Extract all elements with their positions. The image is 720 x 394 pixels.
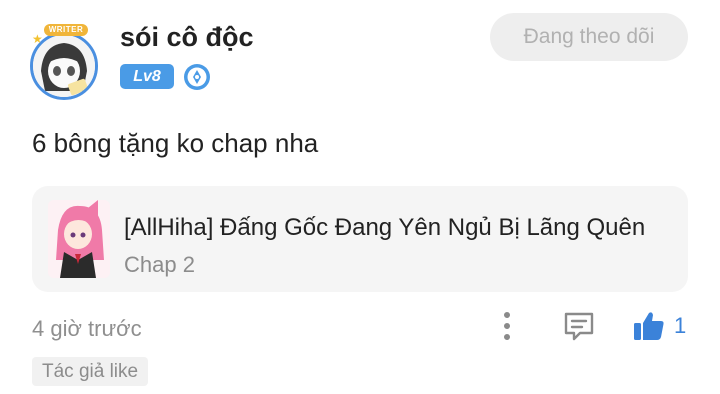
chapter-label: Chap 2 <box>124 252 195 277</box>
comment-icon[interactable] <box>562 309 596 343</box>
user-avatar[interactable]: WRITER ★ <box>22 22 110 104</box>
following-button[interactable]: Đang theo dõi <box>490 13 688 61</box>
manga-title: [AllHiha] Đấng Gốc Đang Yên Ngủ Bị Lãng … <box>124 214 646 241</box>
star-icon: ★ <box>32 32 43 46</box>
verified-badge-icon <box>184 64 210 90</box>
more-vertical-icon[interactable] <box>500 310 514 342</box>
like-count: 1 <box>674 313 687 338</box>
username[interactable]: sói cô độc <box>120 22 254 53</box>
chapter-card[interactable]: [AllHiha] Đấng Gốc Đang Yên Ngủ Bị Lãng … <box>32 186 688 292</box>
thumbs-up-icon <box>634 312 664 340</box>
timestamp: 4 giờ trước <box>32 316 142 341</box>
author-like-tag: Tác giả like <box>32 357 149 386</box>
manga-cover-image <box>48 200 110 278</box>
like-button[interactable]: 1 <box>632 308 686 344</box>
level-badge: Lv8 <box>120 64 174 89</box>
writer-badge: WRITER <box>44 24 88 36</box>
comment-text: 6 bông tặng ko chap nha <box>32 128 319 158</box>
